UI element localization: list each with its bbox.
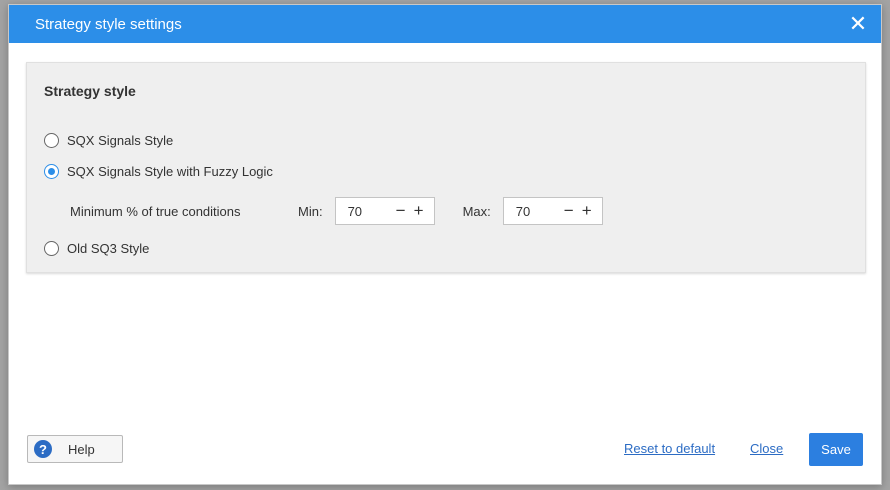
option-sqx-signals-style[interactable]: SQX Signals Style — [44, 133, 173, 148]
option-sqx-fuzzy-logic[interactable]: SQX Signals Style with Fuzzy Logic — [44, 164, 273, 179]
help-button[interactable]: ? Help — [27, 435, 123, 463]
max-increment-button[interactable]: + — [578, 198, 596, 224]
min-increment-button[interactable]: + — [410, 198, 428, 224]
close-link[interactable]: Close — [750, 441, 783, 456]
min-label: Min: — [298, 203, 323, 219]
option-label: SQX Signals Style — [67, 133, 174, 148]
close-icon[interactable]: ✕ — [847, 13, 869, 35]
true-conditions-row: Minimum % of true conditions Min: − + Ma… — [70, 197, 603, 225]
option-label: Old SQ3 Style — [67, 241, 150, 256]
dialog-titlebar: Strategy style settings ✕ — [9, 5, 881, 43]
option-label: SQX Signals Style with Fuzzy Logic — [67, 164, 273, 179]
min-decrement-button[interactable]: − — [392, 198, 410, 224]
max-decrement-button[interactable]: − — [560, 198, 578, 224]
dialog-title: Strategy style settings — [35, 15, 182, 33]
strategy-style-panel: Strategy style SQX Signals Style SQX Sig… — [26, 62, 866, 273]
true-conditions-label: Minimum % of true conditions — [70, 203, 241, 219]
radio-old-sq3-style[interactable] — [44, 241, 59, 256]
strategy-style-dialog: Strategy style settings ✕ Strategy style… — [8, 4, 882, 485]
max-stepper[interactable]: − + — [502, 197, 603, 225]
save-button[interactable]: Save — [809, 433, 863, 466]
radio-sqx-signals-style[interactable] — [44, 133, 59, 148]
help-icon: ? — [34, 440, 52, 458]
min-stepper[interactable]: − + — [334, 197, 435, 225]
panel-title: Strategy style — [44, 83, 136, 99]
max-input[interactable] — [503, 198, 560, 224]
radio-sqx-fuzzy-logic[interactable] — [44, 164, 59, 179]
help-label: Help — [68, 441, 95, 457]
min-input[interactable] — [335, 198, 392, 224]
option-old-sq3-style[interactable]: Old SQ3 Style — [44, 241, 149, 256]
reset-to-default-link[interactable]: Reset to default — [624, 441, 715, 456]
max-label: Max: — [462, 203, 491, 219]
